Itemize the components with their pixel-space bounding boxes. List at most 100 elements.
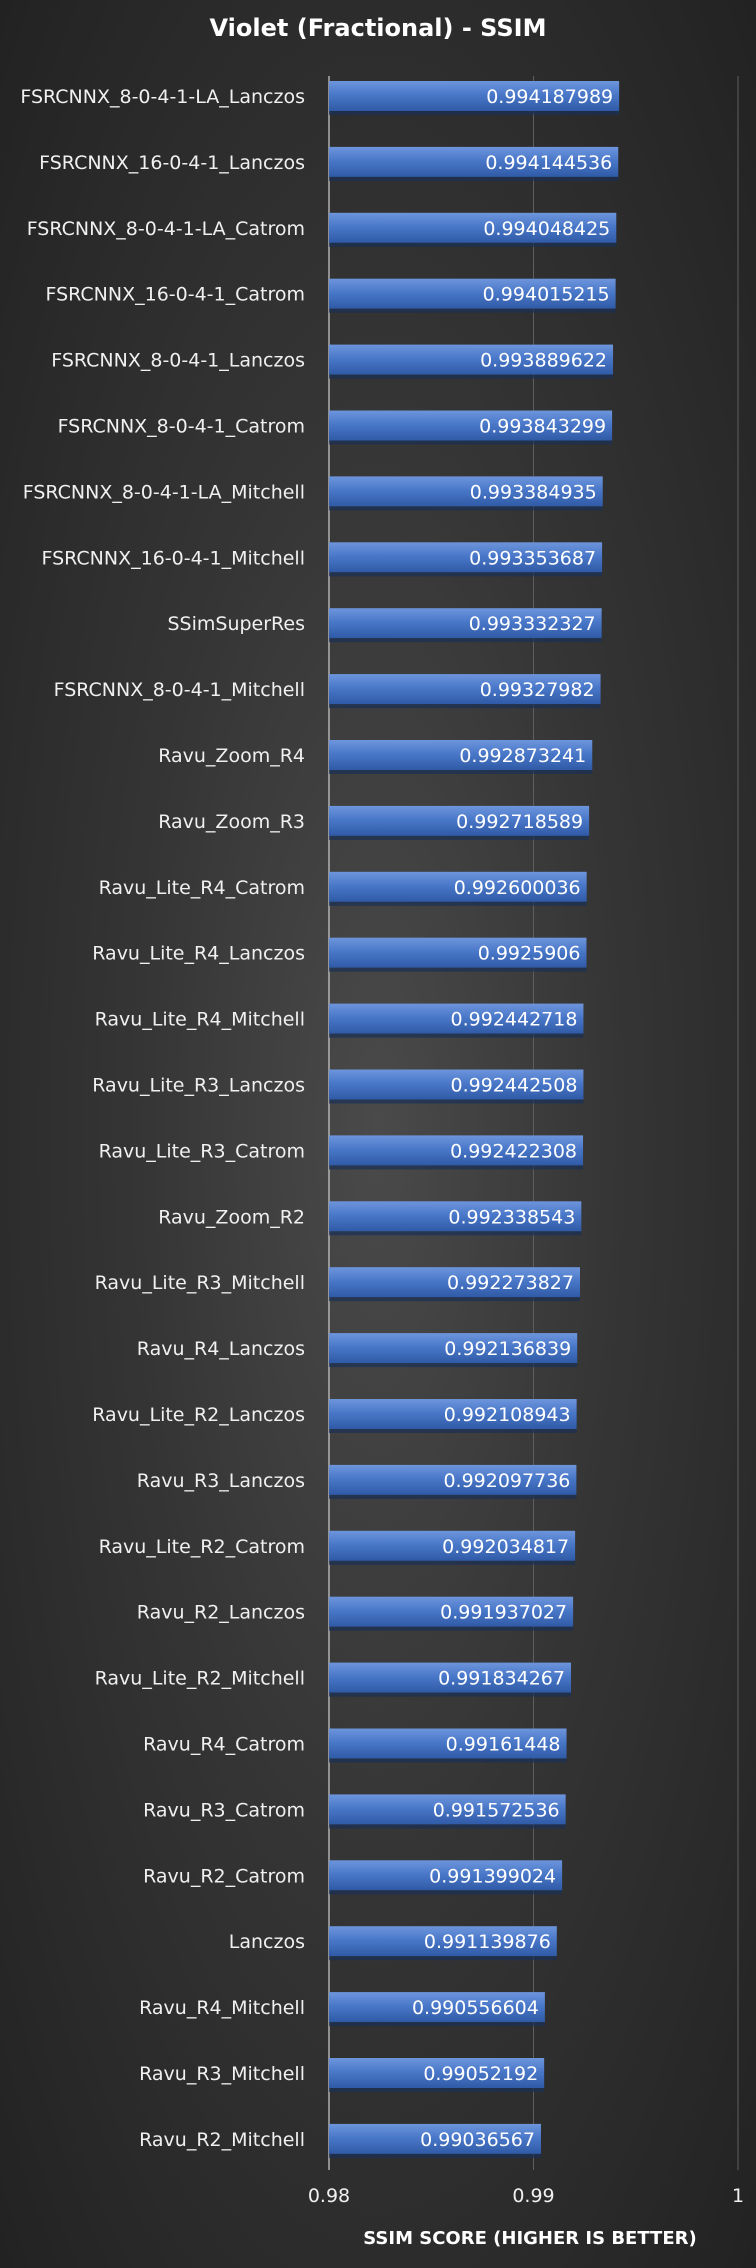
x-tick-label: 0.99 [512,2185,554,2207]
bar-shadow [329,901,587,906]
category-label: Ravu_R2_Mitchell [139,2129,305,2151]
category-label: Ravu_Lite_R2_Catrom [99,1536,305,1558]
bar-shadow [329,1692,572,1697]
bar-shadow [329,1231,582,1236]
bars-layer: 0.994187989 0.994144536 0.994048425 0.99401… [329,81,620,2158]
bar-shadow [329,1165,584,1170]
chart-root: Violet (Fractional) - SSIM 0.994187989 0.… [0,0,756,2268]
category-label: Ravu_R2_Catrom [143,1865,305,1887]
data-label: 0.992273827 [447,1272,574,1294]
data-label: 0.994048425 [483,218,610,240]
bar-shadow [329,1297,580,1302]
bar-shadow [329,506,603,511]
category-label: Ravu_R3_Lanczos [137,1470,305,1492]
category-label: Ravu_R3_Mitchell [139,2063,305,2085]
data-label: 0.992136839 [444,1338,571,1360]
category-label: Ravu_Lite_R3_Catrom [99,1140,305,1162]
bar-shadow [329,1494,577,1499]
bar-shadow [329,242,617,247]
data-label: 0.992442718 [451,1009,578,1031]
bar-shadow [329,1560,576,1565]
category-label: FSRCNNX_8-0-4-1-LA_Mitchell [23,481,305,503]
category-label: FSRCNNX_8-0-4-1_Catrom [58,416,305,438]
data-label: 0.994187989 [486,86,613,108]
x-tick-label: 1 [732,2185,744,2207]
data-label: 0.992442508 [451,1075,578,1097]
bar-shadow [329,638,602,643]
data-label: 0.991937027 [440,1602,567,1624]
data-label: 0.9925906 [478,943,581,965]
category-label: FSRCNNX_8-0-4-1-LA_Catrom [27,218,305,240]
category-label: Lanczos [229,1931,305,1953]
category-label: Ravu_Lite_R2_Mitchell [95,1668,305,1690]
bar-shadow [329,1824,566,1829]
data-label: 0.992718589 [456,811,583,833]
category-label: Ravu_Lite_R2_Lanczos [92,1404,305,1426]
bar-shadow [329,1956,557,1961]
data-label: 0.992338543 [448,1206,575,1228]
data-label: 0.993889622 [480,350,607,372]
category-label: Ravu_R2_Lanczos [137,1602,305,1624]
category-label: FSRCNNX_8-0-4-1_Mitchell [54,679,305,701]
category-label: Ravu_R4_Lanczos [137,1338,305,1360]
bar-shadow [329,1363,578,1368]
bar-shadow [329,967,587,972]
data-label: 0.99327982 [480,679,595,701]
bar-shadow [329,440,613,445]
bar-shadow [329,1099,584,1104]
data-label: 0.99161448 [446,1734,561,1756]
data-label: 0.993843299 [479,416,606,438]
data-label: 0.994144536 [485,152,612,174]
data-label: 0.992108943 [444,1404,571,1426]
data-label: 0.991139876 [424,1931,551,1953]
bar-shadow [329,770,593,774]
data-label: 0.991572536 [433,1799,560,1821]
category-label: Ravu_Zoom_R4 [158,745,305,767]
bar-shadow [329,835,590,840]
category-label: Ravu_R4_Mitchell [139,1997,305,2019]
bar-shadow [329,1890,563,1895]
bar-shadow [329,1626,574,1631]
x-tick-label: 0.98 [308,2185,350,2207]
data-label: 0.990556604 [412,1997,539,2019]
data-label: 0.992034817 [442,1536,569,1558]
bar-shadow [329,1429,577,1433]
data-label: 0.992600036 [454,877,581,899]
grid-layer [328,76,739,2170]
x-axis-ticks: 0.98 0.99 1 [308,2185,744,2207]
category-label: Ravu_Lite_R4_Lanczos [92,943,305,965]
category-label: FSRCNNX_8-0-4-1-LA_Lanczos [20,86,305,108]
category-label: SSimSuperRes [167,613,305,635]
bar-shadow [329,176,619,181]
category-label: FSRCNNX_16-0-4-1_Mitchell [42,547,306,569]
category-label: Ravu_R3_Catrom [143,1799,305,1821]
bar-shadow [329,308,616,313]
data-label: 0.992873241 [459,745,586,767]
data-label: 0.991834267 [438,1668,565,1690]
bar-chart: Violet (Fractional) - SSIM 0.9941879890.… [20,14,744,2249]
chart-title: Violet (Fractional) - SSIM [210,14,547,42]
bar-shadow [329,572,603,577]
category-label: FSRCNNX_16-0-4-1_Catrom [45,284,305,306]
data-label: 0.992097736 [443,1470,570,1492]
data-label: 0.994015215 [483,284,610,306]
category-label: Ravu_Lite_R3_Mitchell [95,1272,305,1294]
x-axis-title: SSIM SCORE (HIGHER IS BETTER) [363,2228,696,2249]
data-label: 0.99052192 [423,2063,538,2085]
data-label: 0.991399024 [429,1865,556,1887]
category-label: FSRCNNX_8-0-4-1_Lanczos [51,350,305,372]
category-label: Ravu_Zoom_R2 [158,1206,305,1228]
data-label: 0.993353687 [469,547,596,569]
category-label: Ravu_Lite_R4_Catrom [99,877,305,899]
bar-shadow [329,1033,584,1038]
bar-shadow [329,1758,567,1763]
category-label: Ravu_Lite_R4_Mitchell [95,1009,305,1031]
category-label: Ravu_R4_Catrom [143,1734,305,1756]
bar-shadow [329,2153,541,2158]
category-label: Ravu_Zoom_R3 [158,811,305,833]
bar-shadow [329,2022,545,2027]
data-label: 0.993384935 [470,481,597,503]
category-label: Ravu_Lite_R3_Lanczos [92,1075,305,1097]
category-labels: FSRCNNX_8-0-4-1-LA_Lanczos FSRCNNX_16-0-4… [20,86,305,2151]
bar-shadow [329,704,601,709]
